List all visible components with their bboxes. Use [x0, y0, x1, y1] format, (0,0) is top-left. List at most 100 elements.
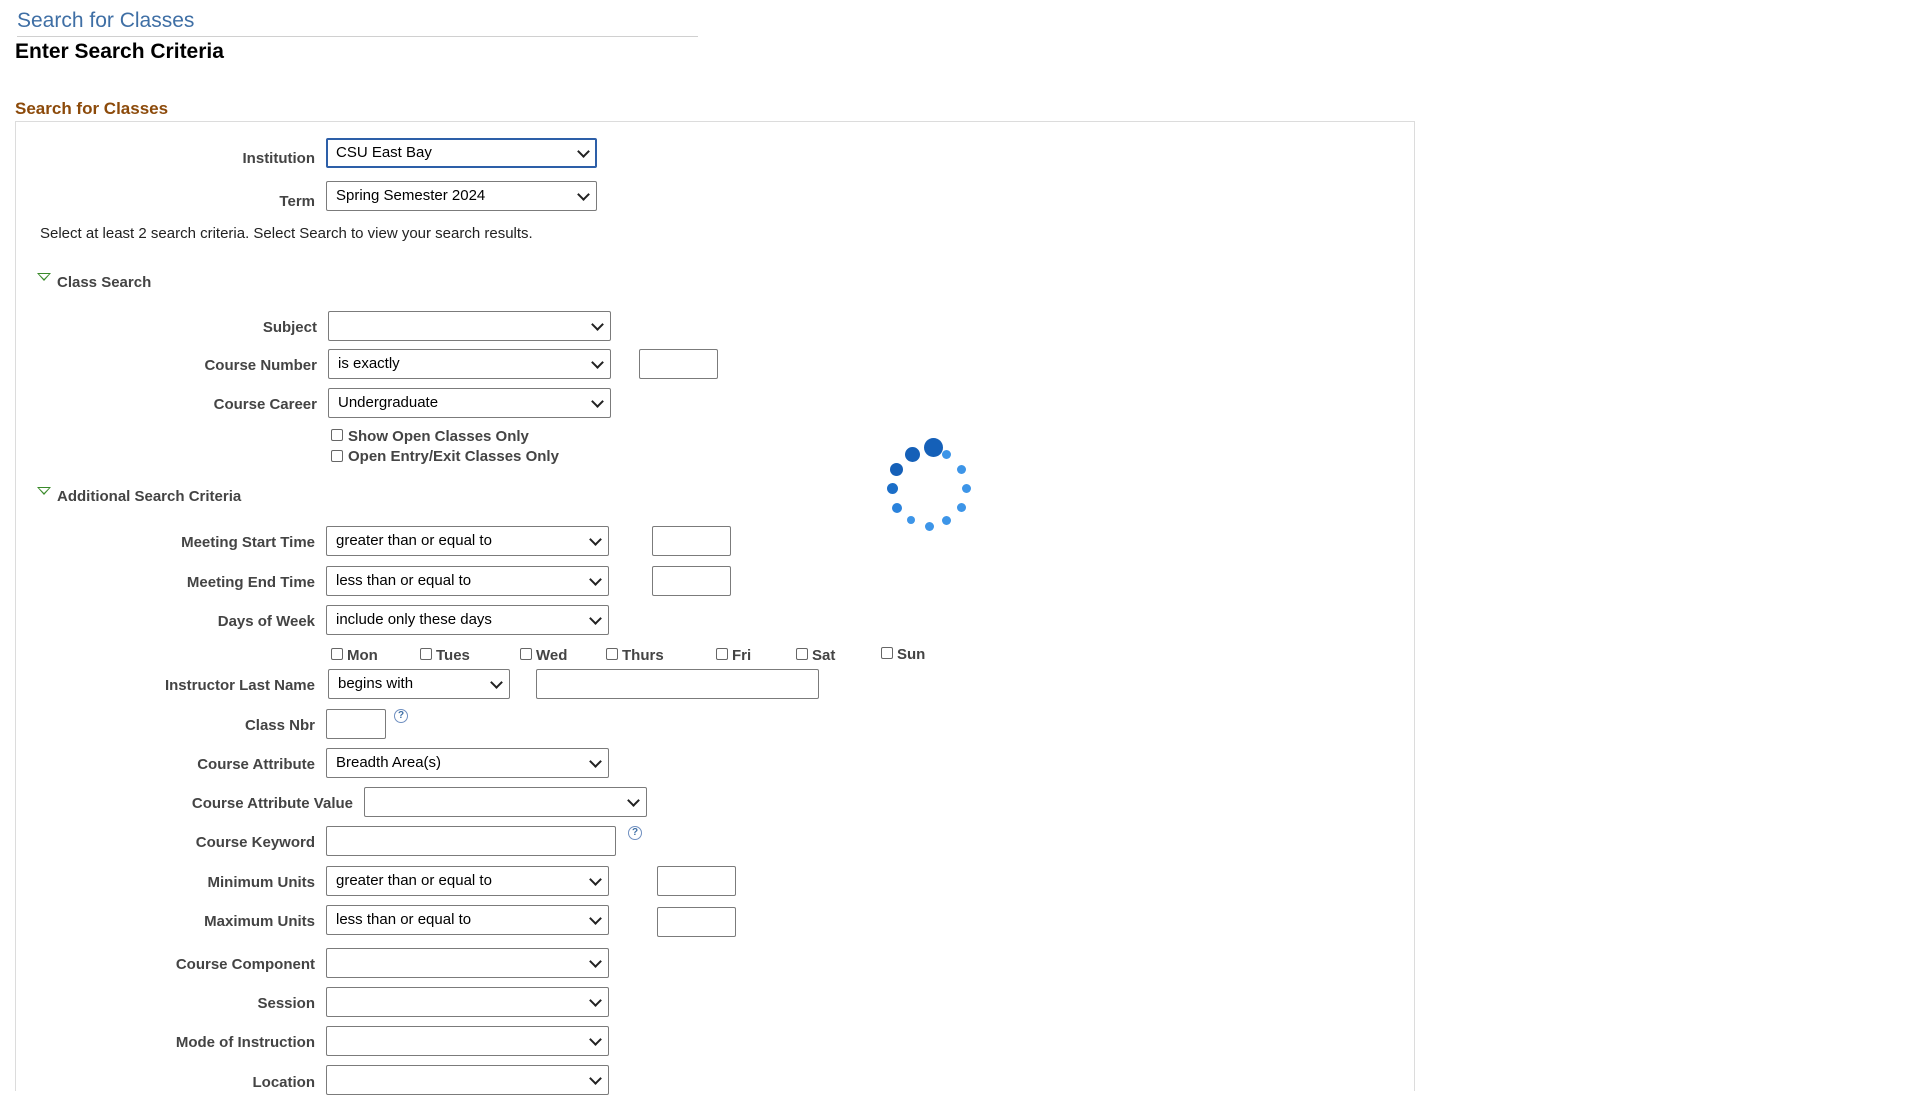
spinner-dot [942, 450, 951, 459]
triangle-down-icon[interactable] [37, 273, 51, 281]
spinner-dot [890, 463, 903, 476]
spinner-dot [892, 503, 902, 513]
course-number-operator-select[interactable]: is exactly [328, 349, 611, 379]
day-fri-label: Fri [732, 647, 752, 664]
minimum-units-operator-select[interactable]: greater than or equal to [326, 866, 609, 896]
course-number-input[interactable] [639, 349, 718, 379]
instructions-text: Select at least 2 search criteria. Selec… [40, 225, 533, 242]
chevron-down-icon [589, 573, 602, 586]
day-fri-checkbox[interactable] [716, 648, 728, 660]
institution-select-value: CSU East Bay [336, 144, 432, 161]
chevron-down-icon [589, 1033, 602, 1046]
day-sat-checkbox[interactable] [796, 648, 808, 660]
maximum-units-label: Maximum Units [204, 913, 315, 930]
meeting-end-input[interactable] [652, 566, 731, 596]
open-classes-only-checkbox[interactable] [331, 429, 343, 441]
term-select-value: Spring Semester 2024 [336, 187, 486, 204]
instructor-last-name-input[interactable] [536, 669, 819, 699]
course-keyword-input[interactable] [326, 826, 616, 856]
course-career-select-value: Undergraduate [338, 394, 439, 411]
instructor-operator-select[interactable]: begins with [328, 669, 510, 699]
course-career-label: Course Career [213, 396, 317, 413]
chevron-down-icon [589, 873, 602, 886]
term-select[interactable]: Spring Semester 2024 [326, 181, 597, 211]
subject-select[interactable] [328, 311, 611, 341]
day-mon-label: Mon [347, 647, 378, 664]
meeting-end-operator-value: less than or equal to [336, 572, 472, 589]
days-of-week-operator-select[interactable]: include only these days [326, 605, 609, 635]
chevron-down-icon [589, 955, 602, 968]
meeting-end-operator-select[interactable]: less than or equal to [326, 566, 609, 596]
day-thurs-checkbox[interactable] [606, 648, 618, 660]
class-nbr-input[interactable] [326, 709, 386, 739]
chevron-down-icon [589, 755, 602, 768]
search-criteria-group-box [15, 121, 1415, 1091]
meeting-end-label: Meeting End Time [186, 574, 315, 591]
chevron-down-icon [589, 912, 602, 925]
additional-criteria-section-toggle[interactable]: Additional Search Criteria [57, 488, 241, 505]
chevron-down-icon [577, 145, 590, 158]
triangle-down-icon[interactable] [37, 487, 51, 495]
chevron-down-icon [589, 1072, 602, 1085]
course-attribute-select-value: Breadth Area(s) [336, 754, 442, 771]
group-title: Search for Classes [15, 99, 169, 118]
chevron-down-icon [627, 794, 640, 807]
day-tues-checkbox[interactable] [420, 648, 432, 660]
class-search-section-toggle[interactable]: Class Search [57, 274, 151, 291]
day-sun-checkbox[interactable] [881, 647, 893, 659]
chevron-down-icon [591, 395, 604, 408]
spinner-dot [924, 438, 943, 457]
day-mon-checkbox[interactable] [331, 648, 343, 660]
page-header: Search for Classes [17, 6, 698, 37]
location-select[interactable] [326, 1065, 609, 1095]
session-label: Session [257, 995, 315, 1012]
open-entry-exit-checkbox[interactable] [331, 450, 343, 462]
question-mark-icon[interactable]: ? [394, 709, 408, 723]
maximum-units-input[interactable] [657, 907, 736, 937]
subject-label: Subject [262, 319, 317, 336]
days-of-week-operator-value: include only these days [336, 611, 492, 628]
meeting-start-operator-value: greater than or equal to [336, 532, 492, 549]
chevron-down-icon [490, 676, 503, 689]
chevron-down-icon [589, 612, 602, 625]
course-attribute-select[interactable]: Breadth Area(s) [326, 748, 609, 778]
course-career-select[interactable]: Undergraduate [328, 388, 611, 418]
course-attribute-value-select[interactable] [364, 787, 647, 817]
meeting-start-operator-select[interactable]: greater than or equal to [326, 526, 609, 556]
institution-select[interactable]: CSU East Bay [326, 138, 597, 168]
minimum-units-operator-value: greater than or equal to [336, 872, 492, 889]
loading-spinner-icon [875, 438, 975, 538]
maximum-units-operator-select[interactable]: less than or equal to [326, 905, 609, 935]
spinner-dot [962, 484, 971, 493]
class-nbr-label: Class Nbr [244, 717, 315, 734]
day-thurs-label: Thurs [622, 647, 664, 664]
spinner-dot [925, 522, 934, 531]
term-label: Term [279, 193, 315, 210]
open-entry-exit-label: Open Entry/Exit Classes Only [348, 448, 559, 465]
course-attribute-value-label: Course Attribute Value [191, 795, 353, 812]
chevron-down-icon [591, 356, 604, 369]
course-component-select[interactable] [326, 948, 609, 978]
meeting-start-label: Meeting Start Time [181, 534, 315, 551]
minimum-units-input[interactable] [657, 866, 736, 896]
minimum-units-label: Minimum Units [207, 874, 316, 891]
course-keyword-label: Course Keyword [195, 834, 315, 851]
spinner-dot [887, 483, 898, 494]
instructor-last-name-label: Instructor Last Name [164, 677, 315, 694]
course-number-label: Course Number [204, 357, 317, 374]
mode-of-instruction-select[interactable] [326, 1026, 609, 1056]
course-component-label: Course Component [175, 956, 315, 973]
day-wed-label: Wed [536, 647, 568, 664]
page-header-title: Search for Classes [17, 9, 195, 32]
instructor-operator-value: begins with [338, 675, 414, 692]
maximum-units-operator-value: less than or equal to [336, 911, 472, 928]
question-mark-icon[interactable]: ? [628, 826, 642, 840]
session-select[interactable] [326, 987, 609, 1017]
spinner-dot [957, 503, 966, 512]
day-wed-checkbox[interactable] [520, 648, 532, 660]
spinner-dot [942, 516, 951, 525]
open-classes-only-label: Show Open Classes Only [348, 428, 529, 445]
course-attribute-label: Course Attribute [197, 756, 315, 773]
meeting-start-input[interactable] [652, 526, 731, 556]
page-subtitle: Enter Search Criteria [15, 40, 224, 63]
